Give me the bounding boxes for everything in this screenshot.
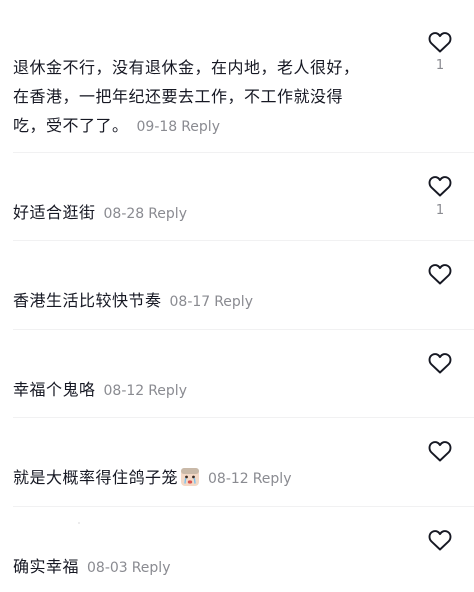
reply-button[interactable]: Reply — [181, 119, 220, 135]
decorative-dot — [78, 522, 80, 524]
comment-date: 08-12 — [208, 471, 249, 487]
reply-button[interactable]: Reply — [132, 560, 171, 576]
comment-date: 08-12 — [103, 383, 145, 399]
like-button[interactable] — [427, 174, 453, 198]
heart-outline-icon — [428, 530, 452, 551]
comment-date: 08-03 — [87, 560, 128, 576]
comment-text: 就是大概率得住鸽子笼 08-12 Reply — [13, 463, 393, 494]
comment-text: 幸福个鬼咯 08-12 Reply — [13, 375, 393, 406]
comment-meta: 08-12 Reply — [208, 471, 291, 487]
comment-text-line-tail: 吃，受不了了。 — [13, 116, 129, 135]
comment-text: 退休金不行，没有退休金，在内地，老人很好， 在香港，一把年纪还要去工作，不工作就… — [13, 53, 393, 142]
comment-date: 08-28 — [103, 206, 145, 222]
reply-button[interactable]: Reply — [253, 471, 292, 487]
reply-button[interactable]: Reply — [148, 383, 187, 399]
reply-button[interactable]: Reply — [148, 206, 187, 222]
divider — [13, 240, 474, 241]
crying-face-emoji — [180, 467, 200, 487]
comment-body: 好适合逛街 — [13, 203, 96, 222]
heart-outline-icon — [428, 32, 452, 53]
like-button[interactable] — [427, 439, 453, 463]
comment-text: 香港生活比较快节奏 08-17 Reply — [13, 286, 393, 317]
divider — [13, 152, 474, 153]
reply-button[interactable]: Reply — [214, 294, 253, 310]
comment-text: 确实幸福 08-03 Reply — [13, 552, 393, 583]
comment-date: 08-17 — [169, 294, 211, 310]
like-button[interactable] — [427, 262, 453, 286]
comment-text-line: 退休金不行，没有退休金，在内地，老人很好， — [13, 58, 360, 77]
like-button[interactable] — [427, 30, 453, 54]
comment-meta: 08-03 Reply — [87, 560, 170, 576]
comment-date: 09-18 — [136, 119, 178, 135]
comment-body: 香港生活比较快节奏 — [13, 291, 162, 310]
heart-outline-icon — [428, 176, 452, 197]
comment-body: 确实幸福 — [13, 557, 80, 576]
comment-body: 就是大概率得住鸽子笼 — [13, 468, 179, 487]
comment-text: 好适合逛街 08-28 Reply — [13, 198, 393, 229]
divider — [13, 329, 474, 330]
divider — [13, 506, 474, 507]
like-button[interactable] — [427, 351, 453, 375]
like-button[interactable] — [427, 528, 453, 552]
comment-text-line: 吃，受不了了。 09-18 Reply — [13, 111, 393, 142]
comment-meta: 09-18 Reply — [137, 119, 220, 135]
like-count: 1 — [435, 58, 445, 73]
comment-meta: 08-17 Reply — [170, 294, 253, 310]
comment-text-line: 在香港，一把年纪还要去工作，不工作就没得 — [13, 87, 344, 106]
comment-meta: 08-12 Reply — [104, 383, 187, 399]
divider — [13, 417, 474, 418]
comment-body: 幸福个鬼咯 — [13, 380, 96, 399]
comment-meta: 08-28 Reply — [104, 206, 187, 222]
heart-outline-icon — [428, 441, 452, 462]
like-count: 1 — [435, 203, 445, 218]
heart-outline-icon — [428, 353, 452, 374]
heart-outline-icon — [428, 264, 452, 285]
